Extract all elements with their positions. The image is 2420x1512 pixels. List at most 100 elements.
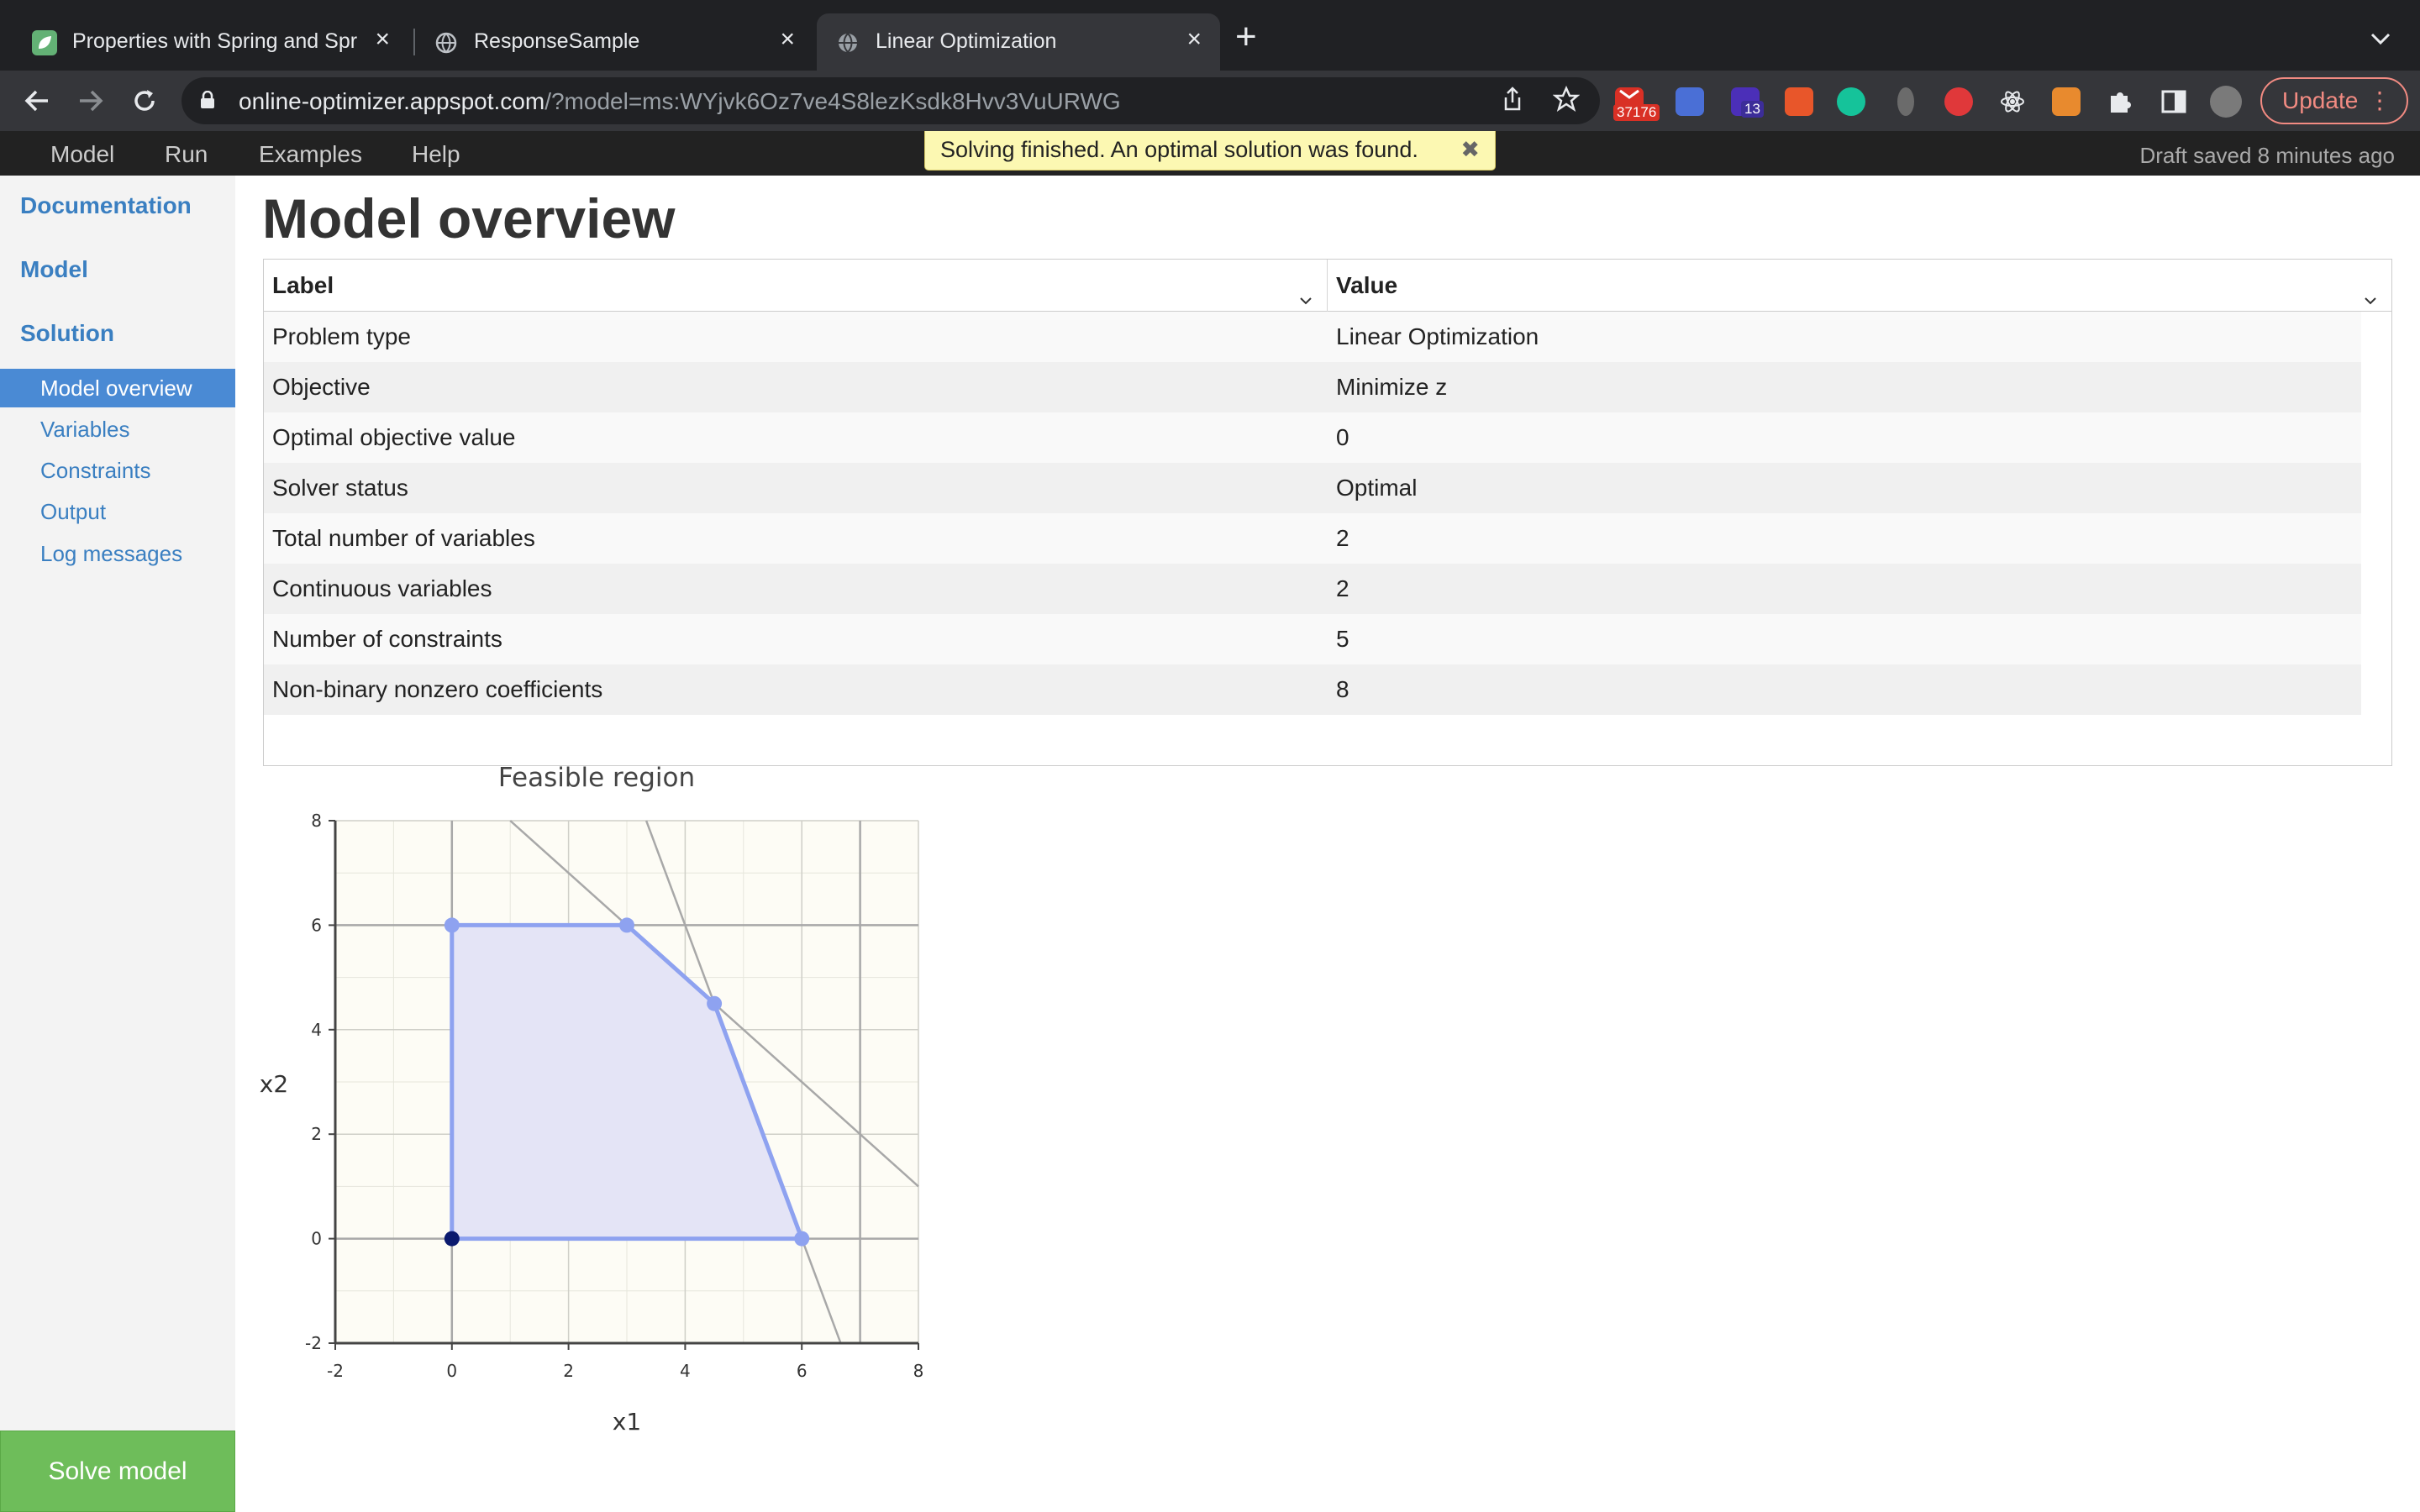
cell-value: Linear Optimization <box>1336 323 1539 349</box>
y-tick-label: 2 <box>311 1124 322 1144</box>
x-tick-label: 6 <box>797 1361 808 1381</box>
y-axis-label: x2 <box>260 1070 288 1098</box>
cell-label: Continuous variables <box>272 575 492 601</box>
y-tick-label: 0 <box>311 1229 322 1249</box>
update-button[interactable]: Update ⋮ <box>2260 77 2408 124</box>
close-notice-icon[interactable]: ✖ <box>1460 131 1480 169</box>
table-row: Optimal objective value 0 <box>264 412 2361 463</box>
book-extension-icon[interactable] <box>1676 87 1704 116</box>
chart-svg: Feasible region x2 x1 -2 0 2 4 6 8 -2 0 2 4 6 8 <box>260 763 924 1436</box>
table-row: Continuous variables 2 <box>264 564 2361 614</box>
cell-label: Total number of variables <box>272 525 535 551</box>
cell-label: Non-binary nonzero coefficients <box>272 676 603 702</box>
url-path: /?model=ms:WYjvk6Oz7ve4S8lezKsdk8Hvv3VuU… <box>544 88 1121 114</box>
menu-model[interactable]: Model <box>50 141 114 168</box>
cell-label: Solver status <box>272 475 408 501</box>
extension-icon[interactable] <box>1897 87 1914 116</box>
notice-text: Solving finished. An optimal solution wa… <box>940 137 1418 162</box>
gmail-extension-icon[interactable]: 37176 <box>1613 87 1660 121</box>
table-row: Objective Minimize z <box>264 362 2361 412</box>
table-row: Non-binary nonzero coefficients 8 <box>264 664 2361 715</box>
more-vert-icon[interactable]: ⋮ <box>2368 79 2391 123</box>
browser-tab-responsesample[interactable]: ResponseSample × <box>415 13 813 71</box>
tab-search-chevron-icon[interactable] <box>2370 25 2391 52</box>
sidebar-item-output[interactable]: Output <box>0 492 235 531</box>
cell-label: Number of constraints <box>272 626 502 652</box>
back-arrow-icon[interactable] <box>15 79 59 123</box>
url-host: online-optimizer.appspot.com <box>239 88 545 114</box>
table-row: Total number of variables 2 <box>264 513 2361 564</box>
bookmark-star-icon[interactable] <box>1552 85 1581 119</box>
reload-icon[interactable] <box>123 79 166 123</box>
forward-arrow-icon[interactable] <box>69 79 113 123</box>
close-tab-icon[interactable]: × <box>780 25 795 54</box>
table-row: Number of constraints 5 <box>264 614 2361 664</box>
no-entry-icon[interactable] <box>1944 87 1973 116</box>
x-tick-label: -2 <box>327 1361 344 1381</box>
profile-avatar[interactable] <box>2210 86 2242 118</box>
feasible-region-chart: Feasible region x2 x1 -2 0 2 4 6 8 -2 0 2 4 6 8 <box>257 763 929 1453</box>
react-atom-icon[interactable] <box>1998 87 2027 116</box>
close-tab-icon[interactable]: × <box>375 25 390 54</box>
vertex-point <box>707 995 723 1011</box>
x-tick-label: 2 <box>563 1361 574 1381</box>
metamask-fox-icon[interactable] <box>2052 87 2081 116</box>
app-menu-bar: Model Run Examples Help Solving finished… <box>0 131 2420 176</box>
sidebar-item-variables[interactable]: Variables <box>0 410 235 449</box>
menu-run[interactable]: Run <box>165 141 208 168</box>
column-title: Value <box>1336 272 1398 298</box>
sidebar-documentation[interactable]: Documentation <box>20 192 192 219</box>
vertex-point <box>444 917 460 933</box>
column-title: Label <box>272 272 334 298</box>
address-bar[interactable]: online-optimizer.appspot.com/?model=ms:W… <box>182 77 1600 124</box>
x-tick-label: 4 <box>680 1361 691 1381</box>
chevron-down-icon[interactable] <box>1298 275 1313 305</box>
cell-value: 2 <box>1336 525 1349 551</box>
grammarly-icon[interactable] <box>1837 87 1865 116</box>
new-tab-icon[interactable]: + <box>1235 18 1257 55</box>
page-title: Model overview <box>262 187 676 249</box>
y-tick-label: 6 <box>311 915 322 935</box>
extensions-puzzle-icon[interactable] <box>2106 87 2134 116</box>
y-tick-label: 8 <box>311 811 322 831</box>
draft-status: Draft saved 8 minutes ago <box>2139 143 2396 168</box>
vertex-point <box>619 917 634 933</box>
sidebar-solution[interactable]: Solution <box>20 320 114 347</box>
optimal-point <box>444 1231 460 1247</box>
solve-model-button[interactable]: Solve model <box>0 1431 235 1512</box>
share-icon[interactable] <box>1501 86 1524 119</box>
browser-tab-baeldung[interactable]: Properties with Spring and Spring Boot |… <box>13 13 408 71</box>
chevron-down-icon[interactable] <box>2363 275 2378 305</box>
globe-icon <box>835 30 860 55</box>
sidebar-model[interactable]: Model <box>20 256 88 283</box>
sidebar-item-log-messages[interactable]: Log messages <box>0 534 235 573</box>
menu-help[interactable]: Help <box>412 141 460 168</box>
model-overview-table: Label Value Problem type Linear Optimizat… <box>263 259 2392 766</box>
leaf-icon <box>32 30 57 55</box>
column-header-value[interactable]: Value <box>1328 260 2391 312</box>
solve-status-notice: Solving finished. An optimal solution wa… <box>924 131 1496 171</box>
close-tab-icon[interactable]: × <box>1186 25 1202 54</box>
translate-extension-icon[interactable] <box>1785 87 1813 116</box>
tab-title: Linear Optimization <box>876 29 1057 53</box>
cell-value: 2 <box>1336 575 1349 601</box>
cell-value: 8 <box>1336 676 1349 702</box>
cell-label: Objective <box>272 374 371 400</box>
table-header: Label Value <box>264 260 2391 312</box>
column-header-label[interactable]: Label <box>264 260 1327 312</box>
sidebar-item-constraints[interactable]: Constraints <box>0 451 235 490</box>
y-tick-label: 4 <box>311 1020 322 1040</box>
x-tick-label: 0 <box>446 1361 457 1381</box>
cell-label: Optimal objective value <box>272 424 516 450</box>
puzzle-piece-extension-icon[interactable]: 13 <box>1731 87 1764 118</box>
cell-value: 5 <box>1336 626 1349 652</box>
chart-title: Feasible region <box>498 764 695 793</box>
sidebar: Documentation Model Solution Model overv… <box>0 176 235 1512</box>
menu-examples[interactable]: Examples <box>259 141 362 168</box>
cell-value: 0 <box>1336 424 1349 450</box>
browser-tab-strip: Properties with Spring and Spring Boot |… <box>0 0 2420 71</box>
browser-tab-linear-optimization[interactable]: Linear Optimization × <box>817 13 1220 71</box>
side-panel-icon[interactable] <box>2160 87 2188 116</box>
sidebar-item-model-overview[interactable]: Model overview <box>0 369 235 407</box>
x-axis-label: x1 <box>613 1408 641 1436</box>
